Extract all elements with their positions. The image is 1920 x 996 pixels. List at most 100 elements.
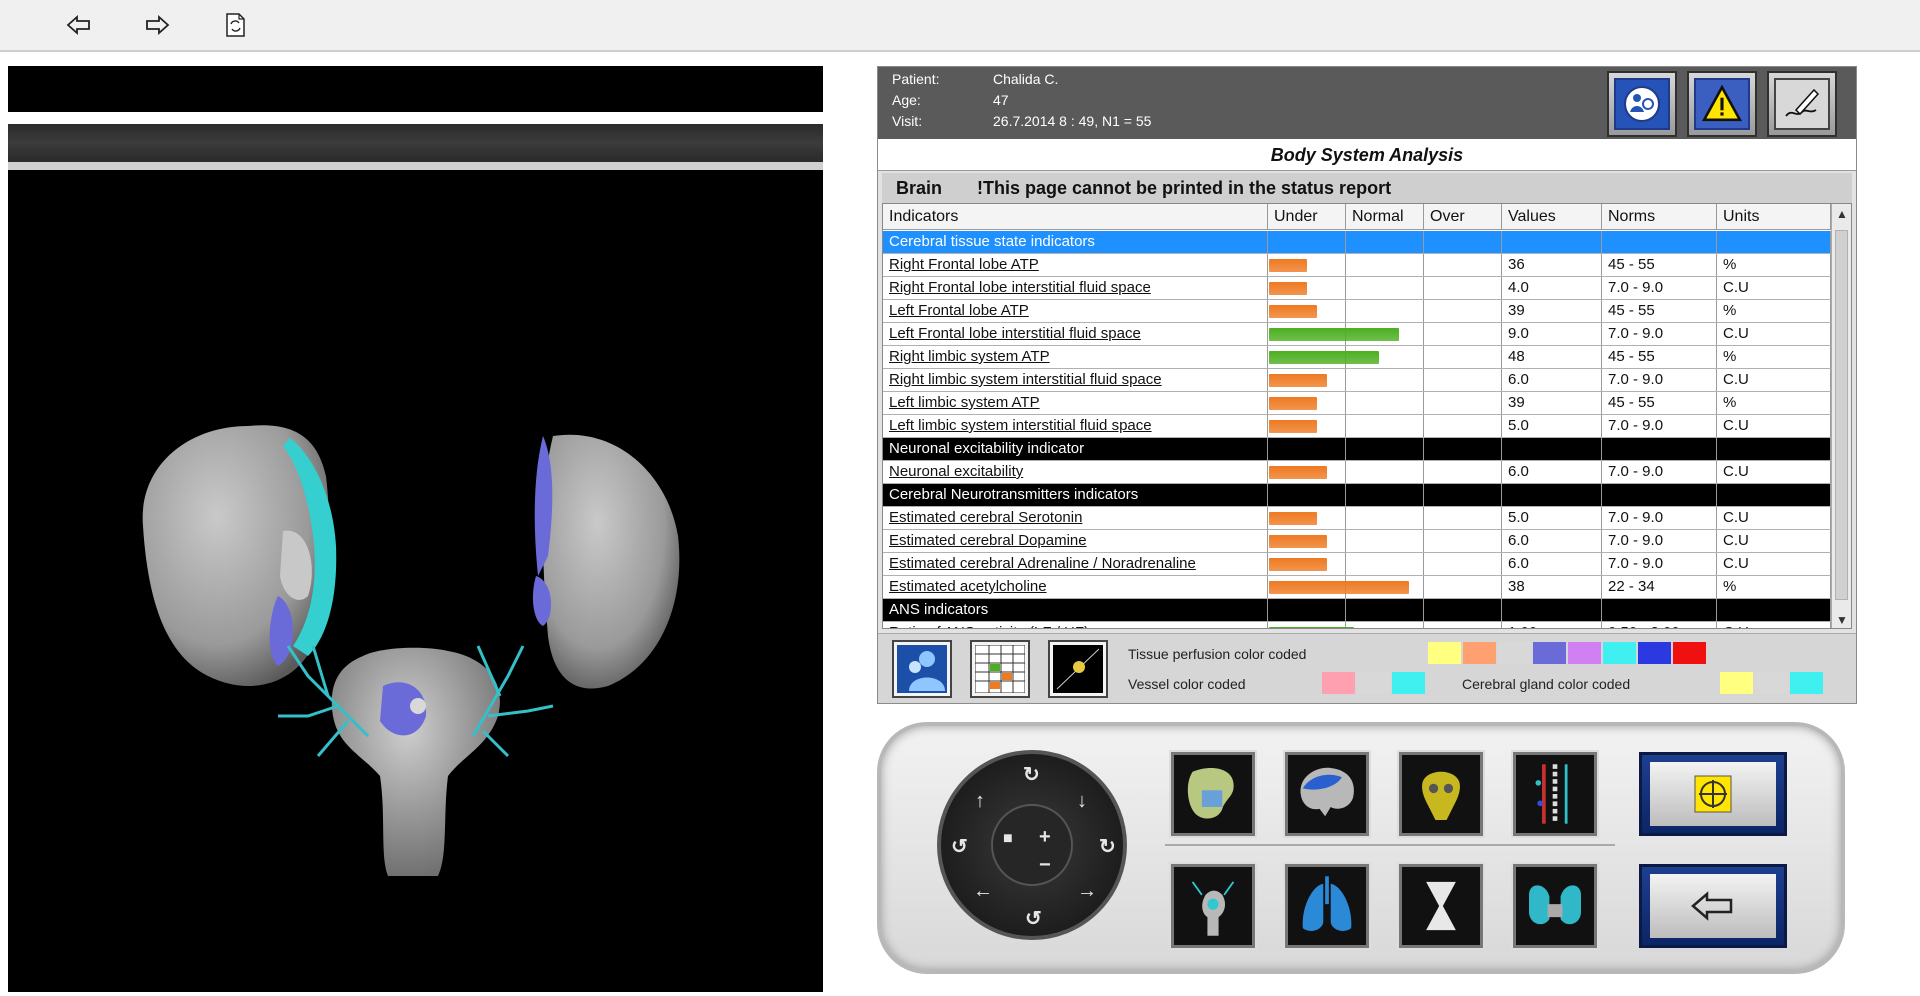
indicator-name[interactable]: Left Frontal lobe ATP	[883, 300, 1268, 322]
table-row[interactable]: Left Frontal lobe ATP 39 45 - 55%	[883, 300, 1831, 323]
return-button[interactable]	[1639, 864, 1787, 948]
indicator-name[interactable]: Estimated cerebral Adrenaline / Noradren…	[883, 553, 1268, 575]
table-row[interactable]: Ratio of ANS activity (LF / HF) 1.000.50 …	[883, 622, 1831, 628]
indicator-name[interactable]: Right limbic system ATP	[883, 346, 1268, 368]
table-row[interactable]: Estimated cerebral Adrenaline / Noradren…	[883, 553, 1831, 576]
color-swatch	[1790, 672, 1823, 694]
indicator-name[interactable]: Estimated cerebral Dopamine	[883, 530, 1268, 552]
indicator-bar	[1269, 535, 1327, 548]
indicator-name[interactable]: Right limbic system interstitial fluid s…	[883, 369, 1268, 391]
zoom-out-icon[interactable]: −	[1039, 854, 1051, 877]
indicator-name[interactable]: Left limbic system ATP	[883, 392, 1268, 414]
graph-view-button[interactable]	[1048, 640, 1108, 698]
table-row[interactable]: Right Frontal lobe ATP 36 45 - 55%	[883, 254, 1831, 277]
indicators-table[interactable]: Indicators Under Normal Over Values Norm…	[882, 203, 1852, 629]
indicator-name[interactable]: Left Frontal lobe interstitial fluid spa…	[883, 323, 1268, 345]
brain-system-button[interactable]	[1285, 752, 1369, 836]
indicator-bar	[1269, 420, 1317, 433]
indicator-bar	[1269, 282, 1307, 295]
table-scrollbar[interactable]: ▲ ▼	[1831, 204, 1851, 628]
arrow-left-icon[interactable]: ←	[973, 880, 993, 903]
thyroid-system-button[interactable]	[1513, 864, 1597, 948]
edit-notes-button[interactable]	[1767, 71, 1837, 137]
color-swatch	[1755, 672, 1788, 694]
3d-viewer[interactable]	[8, 66, 823, 992]
zoom-in-icon[interactable]: +	[1039, 826, 1051, 849]
color-swatch	[1568, 642, 1601, 664]
unit-cell: C.U	[1717, 323, 1831, 345]
table-row[interactable]: Estimated acetylcholine 38 22 - 34%	[883, 576, 1831, 599]
color-swatch	[1428, 642, 1461, 664]
scroll-up-button[interactable]: ▲	[1832, 204, 1851, 224]
over-cell	[1424, 323, 1502, 345]
arrow-up-icon[interactable]: ↑	[975, 790, 985, 813]
table-section-row[interactable]: Cerebral tissue state indicators	[883, 231, 1831, 254]
indicator-name[interactable]: Left limbic system interstitial fluid sp…	[883, 415, 1268, 437]
table-section-row[interactable]: ANS indicators	[883, 599, 1831, 622]
back-button[interactable]	[62, 10, 96, 40]
digestive-system-button[interactable]	[1171, 752, 1255, 836]
refresh-button[interactable]	[218, 10, 252, 40]
unit-cell: %	[1717, 346, 1831, 368]
stop-icon[interactable]: ■	[1003, 830, 1013, 848]
target-select-button[interactable]	[1639, 752, 1787, 836]
table-row[interactable]: Estimated cerebral Serotonin 5.0 7.0 - 9.0…	[883, 507, 1831, 530]
forward-button[interactable]	[140, 10, 174, 40]
column-header-over[interactable]: Over	[1424, 204, 1502, 230]
navigation-control-panel: ↻ ↑ ↓ ↺ ↻ ← → ↺ ■ + −	[877, 722, 1845, 974]
table-row[interactable]: Neuronal excitability 6.0 7.0 - 9.0 C.U	[883, 461, 1831, 484]
over-cell	[1424, 622, 1502, 628]
rotate-down-icon[interactable]: ↺	[1025, 906, 1042, 931]
indicator-name[interactable]: Ratio of ANS activity (LF / HF)	[883, 622, 1268, 628]
body-system-analysis-panel: Patient: Chalida C. Age: 47 Visit: 26.7.…	[877, 66, 1857, 704]
indicator-name[interactable]: Estimated cerebral Serotonin	[883, 507, 1268, 529]
spine-system-button[interactable]	[1513, 752, 1597, 836]
table-section-row[interactable]: Neuronal excitability indicator	[883, 438, 1831, 461]
warning-button[interactable]	[1687, 71, 1757, 137]
column-header-normal[interactable]: Normal	[1346, 204, 1424, 230]
normal-cell	[1346, 622, 1424, 628]
table-row[interactable]: Right limbic system interstitial fluid s…	[883, 369, 1831, 392]
scroll-thumb[interactable]	[1835, 230, 1848, 600]
indicator-name[interactable]: Neuronal excitability	[883, 461, 1268, 483]
table-row[interactable]: Right Frontal lobe interstitial fluid sp…	[883, 277, 1831, 300]
timer-button[interactable]	[1399, 864, 1483, 948]
indicator-name[interactable]: Right Frontal lobe ATP	[883, 254, 1268, 276]
respiratory-system-button[interactable]	[1285, 864, 1369, 948]
arrow-right-icon[interactable]: →	[1077, 880, 1097, 903]
over-cell	[1424, 277, 1502, 299]
column-header-units[interactable]: Units	[1717, 204, 1831, 230]
column-header-indicators[interactable]: Indicators	[883, 204, 1268, 230]
patient-view-button[interactable]	[892, 640, 952, 698]
normal-cell	[1346, 415, 1424, 437]
indicator-name[interactable]: Estimated acetylcholine	[883, 576, 1268, 598]
indicator-bar	[1269, 351, 1379, 364]
table-row[interactable]: Right limbic system ATP 48 45 - 55%	[883, 346, 1831, 369]
column-header-under[interactable]: Under	[1268, 204, 1346, 230]
table-row[interactable]: Left Frontal lobe interstitial fluid spa…	[883, 323, 1831, 346]
unit-cell: C.U	[1717, 369, 1831, 391]
indicator-bar	[1269, 581, 1409, 594]
viewer-stripe	[8, 112, 823, 124]
table-row[interactable]: Left limbic system ATP 39 45 - 55%	[883, 392, 1831, 415]
rotation-wheel[interactable]: ↻ ↑ ↓ ↺ ↻ ← → ↺ ■ + −	[937, 750, 1127, 940]
norm-cell: 7.0 - 9.0	[1602, 277, 1717, 299]
rotate-right-icon[interactable]: ↻	[1099, 834, 1116, 859]
table-section-row[interactable]: Cerebral Neurotransmitters indicators	[883, 484, 1831, 507]
column-header-values[interactable]: Values	[1502, 204, 1602, 230]
table-row[interactable]: Left limbic system interstitial fluid sp…	[883, 415, 1831, 438]
rotate-left-icon[interactable]: ↺	[951, 834, 968, 859]
indicator-bar	[1269, 259, 1307, 272]
table-row[interactable]: Estimated cerebral Dopamine 6.0 7.0 - 9.0 C…	[883, 530, 1831, 553]
scroll-down-button[interactable]: ▼	[1832, 610, 1851, 628]
column-header-norms[interactable]: Norms	[1602, 204, 1717, 230]
endocrine-system-button[interactable]	[1171, 864, 1255, 948]
value-cell: 5.0	[1502, 415, 1602, 437]
indicator-name[interactable]: Right Frontal lobe interstitial fluid sp…	[883, 277, 1268, 299]
table-view-button[interactable]	[970, 640, 1030, 698]
skeleton-system-button[interactable]	[1399, 752, 1483, 836]
color-swatch	[1392, 672, 1425, 694]
patient-info-button[interactable]	[1607, 71, 1677, 137]
arrow-down-icon[interactable]: ↓	[1077, 790, 1087, 813]
rotate-up-icon[interactable]: ↻	[1023, 762, 1040, 787]
